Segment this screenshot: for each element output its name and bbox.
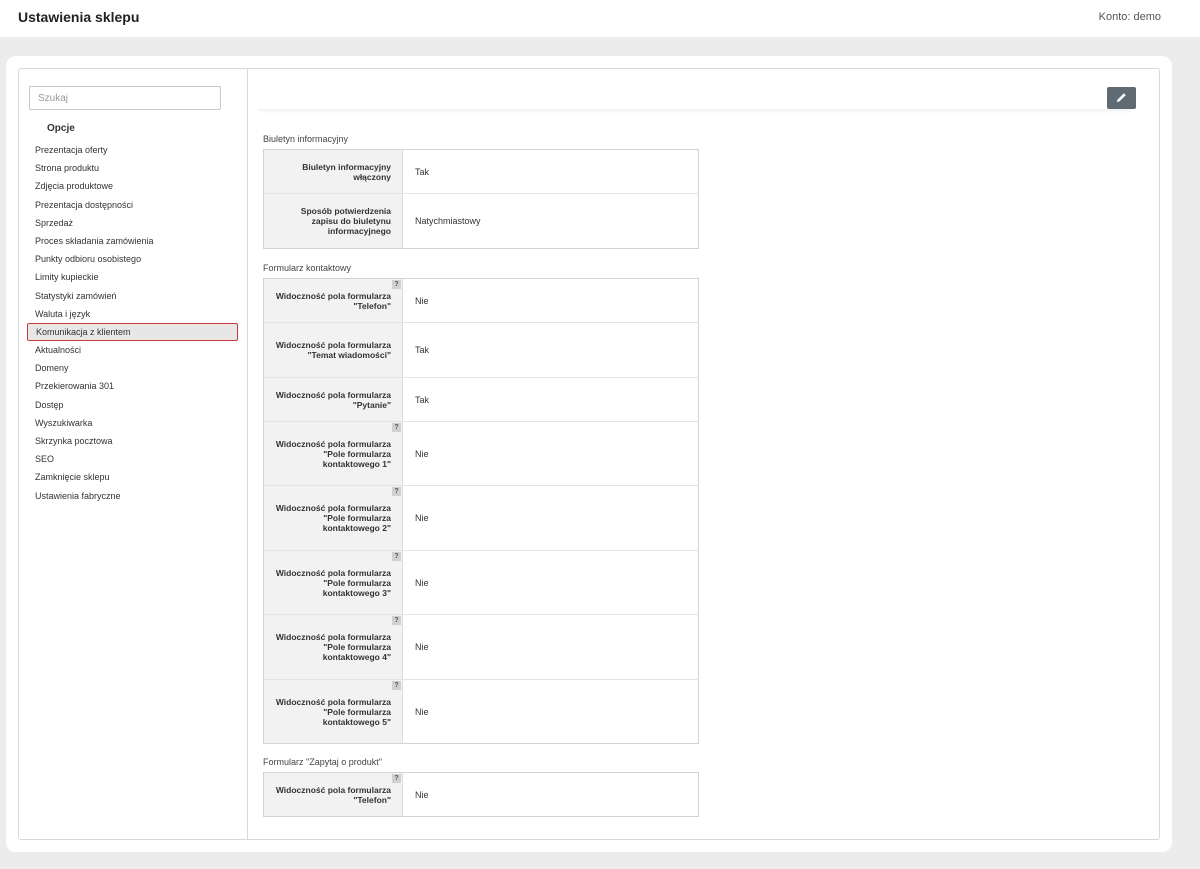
row-value: Nie — [402, 278, 699, 323]
table-row: Widoczność pola formularza "Pytanie" Tak — [263, 377, 699, 422]
row-value: Nie — [402, 550, 699, 615]
sidebar-item-seo[interactable]: SEO — [27, 450, 238, 468]
sidebar-item-komunikacja-z-klientem[interactable]: Komunikacja z klientem — [27, 322, 238, 342]
help-icon[interactable]: ? — [392, 423, 401, 432]
sidebar-item-punkty-odbioru[interactable]: Punkty odbioru osobistego — [27, 250, 238, 268]
settings-content: Biuletyn informacyjny Biuletyn informacy… — [249, 69, 1159, 839]
table-row: ? Widoczność pola formularza "Pole formul… — [263, 485, 699, 551]
row-value: Nie — [402, 485, 699, 551]
row-label: Biuletyn informacyjny włączony — [263, 149, 403, 194]
section-title: Formularz kontaktowy — [263, 263, 352, 273]
help-icon[interactable]: ? — [392, 681, 401, 690]
help-icon[interactable]: ? — [392, 616, 401, 625]
row-label: Sposób potwierdzenia zapisu do biuletynu… — [263, 193, 403, 249]
main-card: Opcje Prezentacja oferty Strona produktu… — [6, 56, 1172, 852]
settings-table: ? Widoczność pola formularza "Telefon" Ni… — [263, 772, 699, 817]
row-value: Natychmiastowy — [415, 216, 481, 226]
sidebar-item-przekierowania-301[interactable]: Przekierowania 301 — [27, 377, 238, 395]
sidebar-menu: Prezentacja oferty Strona produktu Zdjęc… — [27, 141, 238, 505]
row-label: ? Widoczność pola formularza "Telefon" — [263, 278, 403, 323]
row-label: ? Widoczność pola formularza "Pole formul… — [263, 679, 403, 744]
sidebar: Opcje Prezentacja oferty Strona produktu… — [19, 69, 248, 839]
section-zapytaj-o-produkt: Formularz "Zapytaj o produkt" ? Widocznoś… — [263, 756, 699, 817]
sidebar-item-zamkniecie-sklepu[interactable]: Zamknięcie sklepu — [27, 468, 238, 486]
help-icon[interactable]: ? — [392, 774, 401, 783]
help-icon[interactable]: ? — [392, 552, 401, 561]
table-row: ? Widoczność pola formularza "Pole formul… — [263, 679, 699, 744]
settings-table: ? Widoczność pola formularza "Telefon" Ni… — [263, 278, 699, 744]
sidebar-item-domeny[interactable]: Domeny — [27, 359, 238, 377]
search-input[interactable] — [29, 86, 221, 110]
sidebar-item-limity-kupieckie[interactable]: Limity kupieckie — [27, 268, 238, 286]
sidebar-item-aktualnosci[interactable]: Aktualności — [27, 341, 238, 359]
pencil-icon — [1116, 93, 1126, 103]
sidebar-item-wyszukiwarka[interactable]: Wyszukiwarka — [27, 414, 238, 432]
row-value: Nie — [415, 789, 429, 800]
sidebar-item-sprzedaz[interactable]: Sprzedaż — [27, 214, 238, 232]
section-biuletyn: Biuletyn informacyjny Biuletyn informacy… — [263, 133, 699, 249]
edit-button[interactable] — [1107, 87, 1136, 109]
table-row: ? Widoczność pola formularza "Pole formul… — [263, 421, 699, 486]
sidebar-item-strona-produktu[interactable]: Strona produktu — [27, 159, 238, 177]
row-label: ? Widoczność pola formularza "Pole formul… — [263, 421, 403, 486]
account-label[interactable]: Konto: demo — [1099, 11, 1161, 23]
page-title: Ustawienia sklepu — [18, 9, 140, 25]
row-label: ? Widoczność pola formularza "Telefon" — [263, 772, 403, 817]
section-title: Biuletyn informacyjny — [263, 134, 349, 144]
sidebar-item-dostep[interactable]: Dostęp — [27, 396, 238, 414]
table-row: Sposób potwierdzenia zapisu do biuletynu… — [263, 193, 699, 249]
top-bar: Ustawienia sklepu Konto: demo — [0, 0, 1200, 37]
row-value: Nie — [402, 421, 699, 486]
section-title: Formularz "Zapytaj o produkt" — [263, 757, 382, 767]
row-value: Tak — [402, 322, 699, 378]
toolbar-divider — [259, 109, 1131, 114]
table-row: ? Widoczność pola formularza "Telefon" Ni… — [263, 772, 699, 817]
settings-panel: Opcje Prezentacja oferty Strona produktu… — [18, 68, 1160, 840]
help-icon[interactable]: ? — [392, 487, 401, 496]
row-label: Widoczność pola formularza "Temat wiadom… — [263, 322, 403, 378]
row-value: Tak — [402, 377, 699, 422]
row-value: Nie — [415, 706, 429, 717]
row-label: ? Widoczność pola formularza "Pole formul… — [263, 614, 403, 680]
row-value: Nie — [402, 614, 699, 680]
table-row: Widoczność pola formularza "Temat wiadom… — [263, 322, 699, 378]
settings-table: Biuletyn informacyjny włączony Tak Sposó… — [263, 149, 699, 249]
sidebar-item-zdjecia-produktowe[interactable]: Zdjęcia produktowe — [27, 177, 238, 195]
table-row: ? Widoczność pola formularza "Telefon" Ni… — [263, 278, 699, 323]
help-icon[interactable]: ? — [392, 280, 401, 289]
sidebar-item-skrzynka-pocztowa[interactable]: Skrzynka pocztowa — [27, 432, 238, 450]
row-label: ? Widoczność pola formularza "Pole formul… — [263, 485, 403, 551]
sidebar-item-prezentacja-oferty[interactable]: Prezentacja oferty — [27, 141, 238, 159]
row-label: ? Widoczność pola formularza "Pole formul… — [263, 550, 403, 615]
table-row: ? Widoczność pola formularza "Pole formul… — [263, 550, 699, 615]
table-row: ? Widoczność pola formularza "Pole formul… — [263, 614, 699, 680]
sidebar-item-ustawienia-fabryczne[interactable]: Ustawienia fabryczne — [27, 487, 238, 505]
row-label: Widoczność pola formularza "Pytanie" — [263, 377, 403, 422]
row-value: Tak — [402, 149, 699, 194]
sidebar-item-waluta-i-jezyk[interactable]: Waluta i język — [27, 305, 238, 323]
section-formularz-kontaktowy: Formularz kontaktowy ? Widoczność pola fo… — [263, 262, 699, 744]
sidebar-heading: Opcje — [47, 123, 75, 134]
table-row: Biuletyn informacyjny włączony Tak — [263, 149, 699, 194]
sidebar-item-statystyki-zamowien[interactable]: Statystyki zamówień — [27, 287, 238, 305]
sidebar-item-proces-skladania-zamowienia[interactable]: Proces składania zamówienia — [27, 232, 238, 250]
sidebar-item-prezentacja-dostepnosci[interactable]: Prezentacja dostępności — [27, 196, 238, 214]
